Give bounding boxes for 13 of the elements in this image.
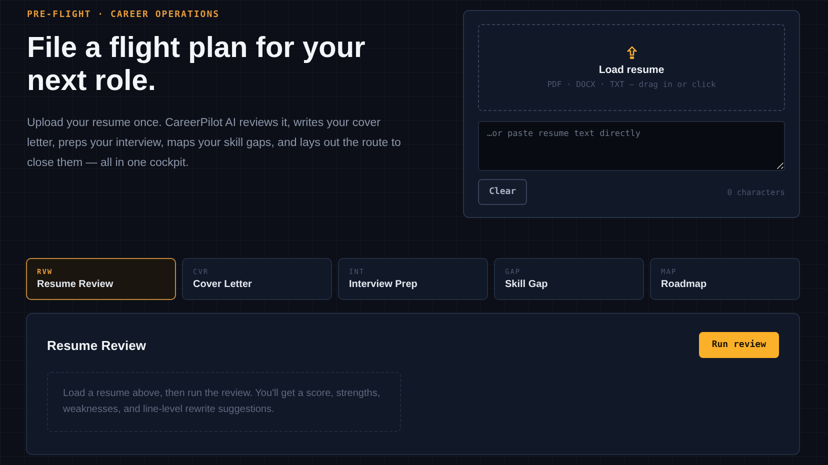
eyebrow-label: PRE-FLIGHT · CAREER OPERATIONS [27, 10, 221, 20]
empty-state-message: Load a resume above, then run the review. You'll get a score, strengths, weaknesses, and line-level rewrite suggestions. [47, 372, 401, 432]
clear-button[interactable]: Clear [478, 179, 528, 205]
drop-title: Load resume [598, 64, 664, 76]
panel-title: Resume Review [47, 338, 146, 352]
intro-paragraph: Upload your resume once. CareerPilot AI reviews it, writes your cover letter, preps your interview, maps your skill gaps, and lays out the route to close them — all in one cockpit. [27, 116, 402, 171]
paste-field[interactable]: …or paste resume text directly [478, 121, 785, 171]
drop-zone[interactable]: Load resume PDF · DOCX · TXT — drag in or click [478, 24, 785, 111]
run-review-button[interactable]: Run review [698, 332, 779, 358]
upload-icon [626, 46, 636, 60]
drop-hint: PDF · DOCX · TXT — drag in or click [547, 80, 716, 89]
character-count: 0 characters [727, 188, 785, 196]
page-title: File a flight plan for your next role. [27, 32, 366, 98]
